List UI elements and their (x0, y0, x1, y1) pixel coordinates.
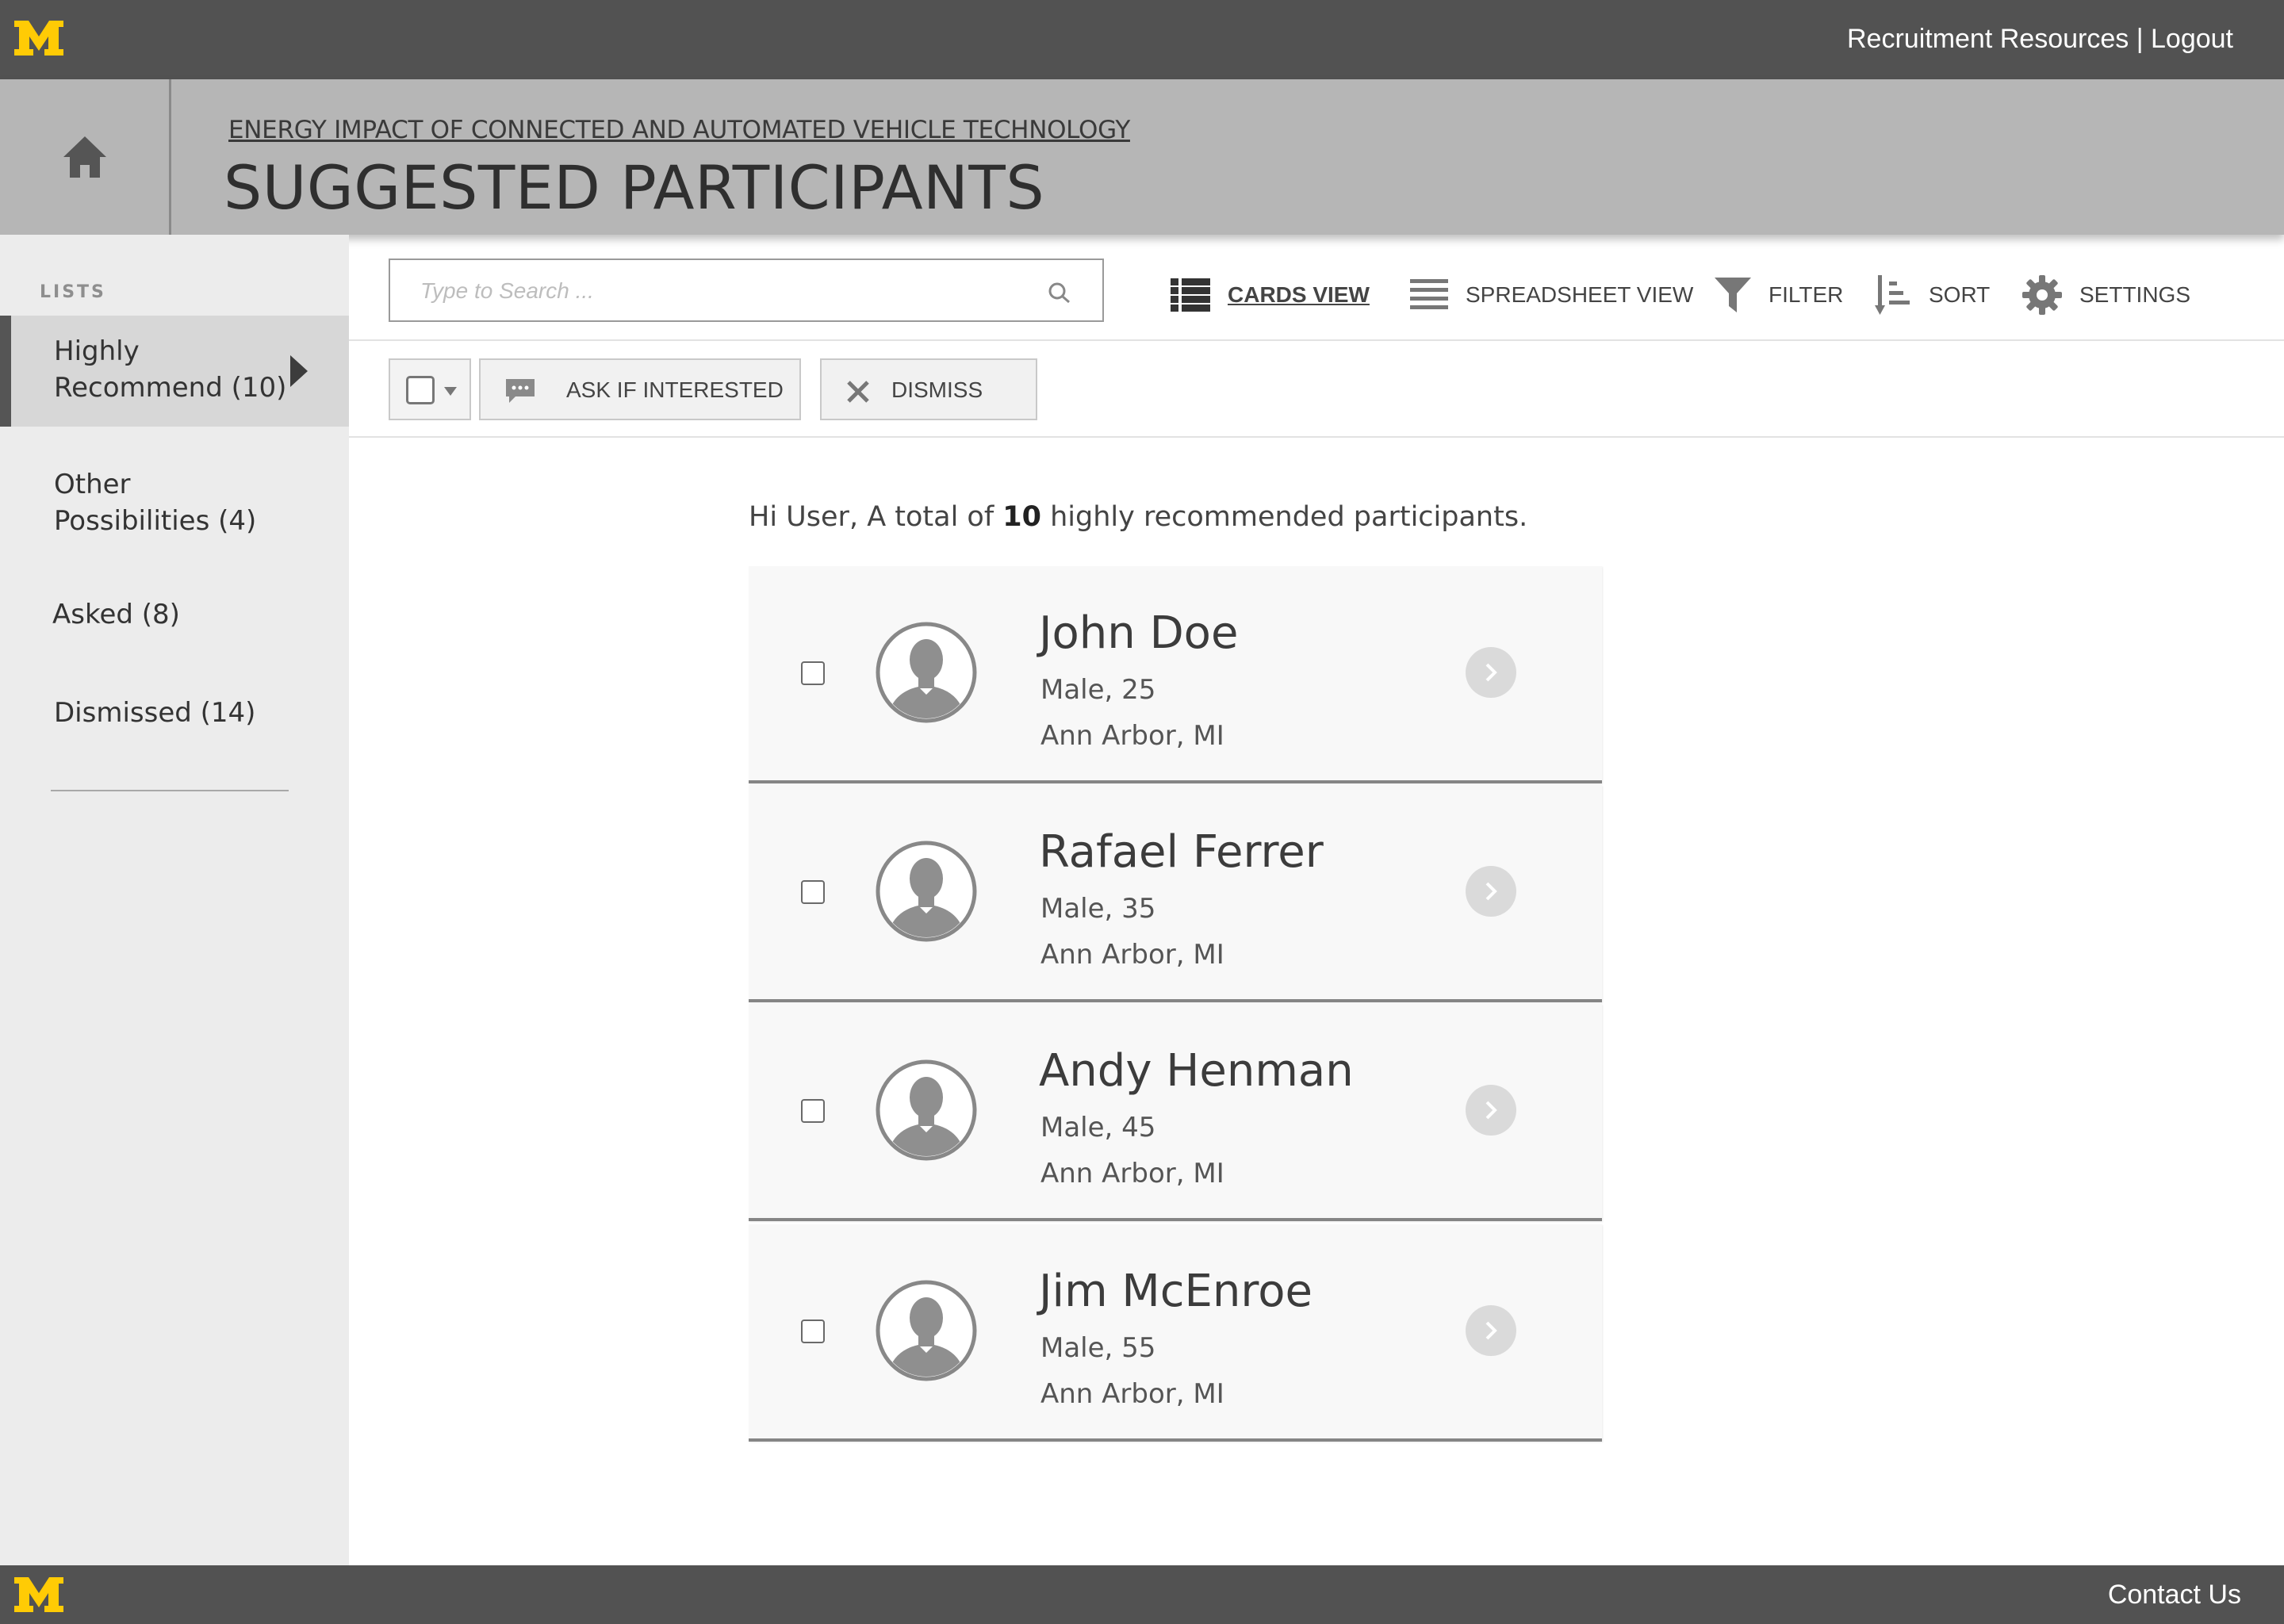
ask-if-interested-label: ASK IF INTERESTED (566, 377, 784, 402)
sort-button[interactable]: SORT (1875, 273, 1990, 317)
sidebar-item-other-possibilities[interactable]: Other Possibilities (4) (0, 466, 349, 539)
participant-card[interactable]: Andy Henman Male, 45 Ann Arbor, MI (749, 1004, 1602, 1221)
sidebar-item-label: Other (54, 469, 131, 500)
participant-location: Ann Arbor, MI (1040, 720, 1224, 752)
search-icon[interactable] (1047, 281, 1071, 304)
settings-label: SETTINGS (2079, 282, 2191, 307)
sidebar-item-label: Possibilities (4) (54, 505, 257, 537)
avatar-icon (876, 1059, 977, 1161)
sidebar-item-label: Asked (8) (52, 599, 180, 630)
select-all-checkbox[interactable] (406, 376, 435, 404)
participant-checkbox[interactable] (801, 1320, 825, 1343)
avatar-icon (876, 1280, 977, 1381)
spreadsheet-icon (1410, 279, 1448, 311)
list-view-icon (1171, 278, 1210, 312)
settings-button[interactable]: SETTINGS (2022, 273, 2190, 317)
participant-location: Ann Arbor, MI (1040, 939, 1224, 971)
participant-details: Male, 35 (1040, 893, 1156, 925)
spreadsheet-view-button[interactable]: SPREADSHEET VIEW (1410, 273, 1693, 317)
sidebar: LISTS Highly Recommend (10) Other Possib… (0, 235, 349, 1565)
sidebar-item-asked[interactable]: Asked (8) (0, 596, 349, 633)
toolbar-divider (349, 339, 2284, 341)
avatar-icon (876, 841, 977, 942)
open-participant-button[interactable] (1466, 647, 1516, 698)
greeting-suffix: highly recommended participants. (1041, 501, 1528, 533)
participant-details: Male, 25 (1040, 674, 1156, 706)
search-box (389, 259, 1104, 322)
actions-divider (349, 436, 2284, 438)
avatar-icon (876, 622, 977, 723)
participant-card[interactable]: Rafael Ferrer Male, 35 Ann Arbor, MI (749, 785, 1602, 1002)
university-logo[interactable] (13, 19, 65, 57)
cards-view-button[interactable]: CARDS VIEW (1171, 273, 1370, 317)
top-links: Recruitment Resources | Logout (1847, 24, 2233, 55)
filter-button[interactable]: FILTER (1715, 273, 1843, 317)
result-count: 10 (1002, 501, 1041, 533)
participant-details: Male, 45 (1040, 1112, 1156, 1143)
sort-label: SORT (1929, 282, 1991, 307)
caret-right-icon (290, 355, 308, 387)
participant-checkbox[interactable] (801, 880, 825, 904)
participant-name: Andy Henman (1039, 1045, 1354, 1097)
greeting-prefix: Hi User, A total of (749, 501, 1003, 533)
open-participant-button[interactable] (1466, 1085, 1516, 1136)
participant-name: John Doe (1039, 607, 1239, 659)
recruitment-resources-link[interactable]: Recruitment Resources (1847, 24, 2129, 54)
participant-details: Male, 55 (1040, 1332, 1156, 1364)
top-bar: Recruitment Resources | Logout (0, 0, 2284, 79)
page-title: SUGGESTED PARTICIPANTS (224, 152, 1045, 223)
sort-icon (1875, 275, 1911, 315)
participant-location: Ann Arbor, MI (1040, 1158, 1224, 1189)
close-icon (847, 381, 869, 403)
university-logo[interactable] (13, 1576, 65, 1614)
chat-bubble-icon (506, 379, 535, 403)
link-separator: | (2136, 24, 2144, 54)
project-link[interactable]: ENERGY IMPACT OF CONNECTED AND AUTOMATED… (228, 116, 1130, 144)
search-input[interactable] (420, 274, 1023, 308)
filter-label: FILTER (1769, 282, 1844, 307)
chevron-right-icon (1485, 882, 1497, 901)
participant-location: Ann Arbor, MI (1040, 1378, 1224, 1410)
dismiss-label: DISMISS (891, 377, 983, 402)
participant-checkbox[interactable] (801, 1099, 825, 1123)
contact-us-link[interactable]: Contact Us (2108, 1580, 2241, 1611)
sidebar-divider (51, 790, 289, 791)
cards-view-label: CARDS VIEW (1228, 282, 1370, 307)
logout-link[interactable]: Logout (2151, 24, 2233, 54)
participant-card[interactable]: Jim McEnroe Male, 55 Ann Arbor, MI (749, 1224, 1602, 1442)
chevron-right-icon (1485, 1321, 1497, 1340)
filter-icon (1715, 278, 1751, 312)
home-icon (63, 136, 106, 178)
participant-card[interactable]: John Doe Male, 25 Ann Arbor, MI (749, 566, 1602, 783)
sidebar-item-dismissed[interactable]: Dismissed (14) (0, 695, 349, 731)
lists-section-label: LISTS (40, 282, 106, 302)
caret-down-icon (444, 387, 457, 396)
dismiss-button[interactable]: DISMISS (820, 358, 1037, 420)
spreadsheet-view-label: SPREADSHEET VIEW (1466, 282, 1694, 307)
results-summary: Hi User, A total of 10 highly recommende… (749, 501, 1527, 533)
select-all-dropdown[interactable] (389, 358, 471, 420)
open-participant-button[interactable] (1466, 1305, 1516, 1356)
sidebar-item-highly-recommend[interactable]: Highly Recommend (10) (0, 316, 349, 427)
chevron-right-icon (1485, 1101, 1497, 1120)
chevron-right-icon (1485, 663, 1497, 682)
gear-icon (2022, 275, 2062, 315)
footer: Contact Us (0, 1565, 2284, 1624)
participant-name: Rafael Ferrer (1039, 826, 1324, 878)
open-participant-button[interactable] (1466, 866, 1516, 917)
home-button[interactable] (0, 79, 171, 235)
sidebar-item-label: Dismissed (14) (54, 697, 256, 729)
participant-checkbox[interactable] (801, 661, 825, 685)
page-header: ENERGY IMPACT OF CONNECTED AND AUTOMATED… (0, 79, 2284, 235)
ask-if-interested-button[interactable]: ASK IF INTERESTED (479, 358, 801, 420)
participant-name: Jim McEnroe (1039, 1266, 1313, 1317)
